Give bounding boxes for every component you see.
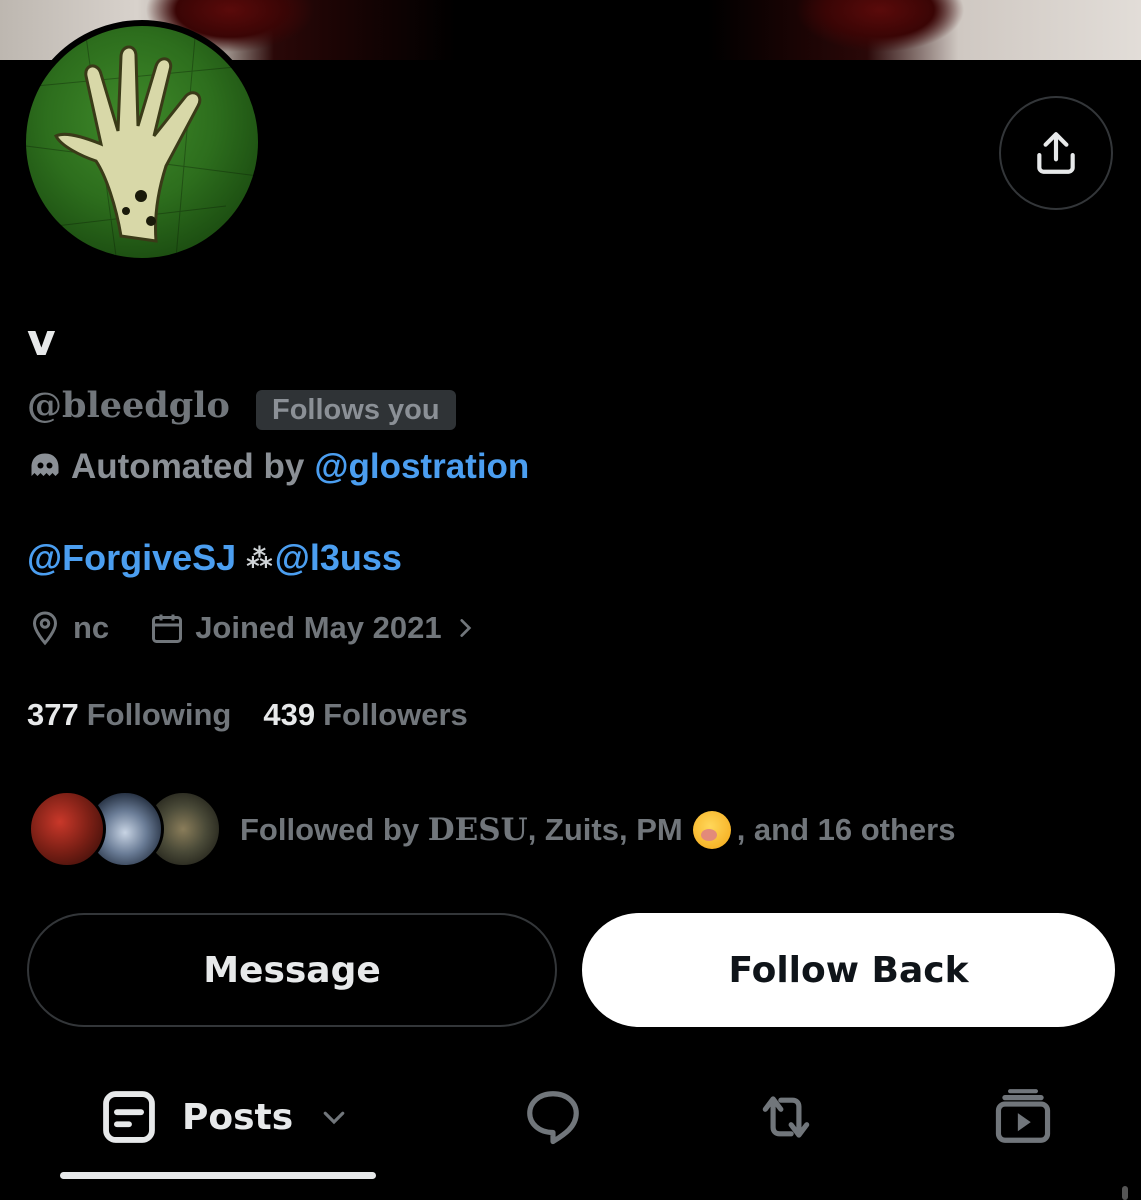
zombie-hand-icon bbox=[26, 26, 258, 258]
profile-avatar[interactable] bbox=[20, 20, 264, 264]
message-button[interactable]: Message bbox=[27, 913, 557, 1027]
avatar-image bbox=[26, 26, 258, 258]
followed-by-suffix: , and 16 others bbox=[736, 812, 956, 847]
display-name: v bbox=[27, 315, 56, 366]
bot-icon bbox=[31, 453, 59, 476]
bio-mention-forgivesj[interactable]: @ForgiveSJ bbox=[27, 537, 236, 579]
followed-by-section[interactable]: Followed by DESU, Zuits, PM , and 16 oth… bbox=[28, 790, 955, 870]
followed-by-prefix: Followed by bbox=[240, 812, 420, 847]
video-library-icon[interactable] bbox=[992, 1086, 1054, 1148]
follow-back-button[interactable]: Follow Back bbox=[582, 913, 1115, 1027]
calendar-icon bbox=[152, 614, 183, 643]
joined-item[interactable]: Joined May 2021 bbox=[149, 610, 487, 646]
follower-avatars bbox=[28, 790, 222, 870]
tab-posts[interactable]: Posts bbox=[100, 1088, 349, 1146]
posts-icon bbox=[103, 1091, 155, 1143]
follows-you-badge: Follows you bbox=[256, 390, 456, 430]
automated-by-link[interactable]: @glostration bbox=[314, 447, 529, 487]
joined-text: Joined May 2021 bbox=[195, 610, 442, 645]
location-item: nc bbox=[27, 610, 109, 646]
yawning-face-emoji-icon bbox=[692, 811, 731, 849]
automated-label: Automated by @glostration bbox=[27, 447, 529, 487]
bio-sparkle: ⁂ bbox=[246, 542, 273, 573]
profile-handle: @bleedglo bbox=[27, 385, 230, 426]
profile-bio: @ForgiveSJ ⁂ @l3uss bbox=[27, 537, 402, 579]
tab-posts-label: Posts bbox=[182, 1096, 294, 1138]
followed-by-name-desu: DESU bbox=[427, 812, 528, 848]
followers-count[interactable]: 439 bbox=[263, 697, 315, 733]
location-pin-icon bbox=[32, 611, 58, 646]
reply-bubble-icon[interactable] bbox=[522, 1086, 584, 1148]
location-text: nc bbox=[73, 610, 110, 645]
automated-prefix: Automated by bbox=[71, 447, 305, 486]
followers-label[interactable]: Followers bbox=[323, 697, 468, 733]
profile-tabs: Posts bbox=[0, 1070, 1141, 1180]
share-icon bbox=[1037, 132, 1075, 174]
chevron-down-icon[interactable] bbox=[319, 1102, 349, 1132]
following-label[interactable]: Following bbox=[87, 697, 232, 733]
bio-mention-l3uss[interactable]: @l3uss bbox=[275, 537, 402, 579]
profile-meta: nc Joined May 2021 bbox=[27, 610, 488, 646]
share-button[interactable] bbox=[999, 96, 1113, 210]
scrollbar[interactable] bbox=[1122, 1186, 1128, 1200]
follower-avatar bbox=[28, 790, 106, 868]
followed-by-text: Followed by DESU, Zuits, PM , and 16 oth… bbox=[240, 811, 955, 849]
chevron-right-icon bbox=[459, 619, 471, 637]
following-count[interactable]: 377 bbox=[27, 697, 79, 733]
repost-icon[interactable] bbox=[755, 1086, 817, 1148]
follow-stats: 377 Following 439 Followers bbox=[27, 697, 468, 733]
followed-by-names: , Zuits, PM bbox=[527, 812, 683, 847]
active-tab-indicator bbox=[60, 1172, 376, 1179]
